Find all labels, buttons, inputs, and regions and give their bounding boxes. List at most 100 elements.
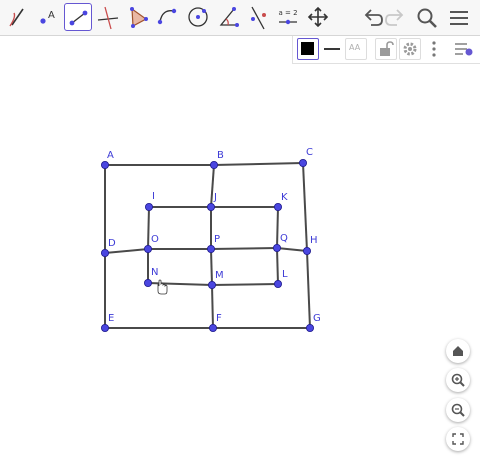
redo-icon [385, 9, 404, 26]
polygon-tool[interactable] [124, 3, 152, 31]
zoom-in-icon [451, 373, 465, 387]
segment-ML[interactable] [211, 283, 279, 286]
point-label-P: P [214, 234, 220, 245]
text-style-button[interactable]: AA [345, 38, 367, 60]
point-tool-icon: A [40, 10, 55, 24]
point-A[interactable] [101, 161, 110, 170]
freehand-tool[interactable] [4, 3, 32, 31]
redo-button[interactable] [384, 4, 410, 32]
zoom-in-button[interactable] [446, 368, 470, 392]
slider-tool[interactable]: a = 2 [274, 3, 302, 31]
point-N[interactable] [143, 278, 152, 287]
circle-tool[interactable] [184, 3, 212, 31]
segment-BC[interactable] [213, 162, 304, 166]
undo-button[interactable] [358, 4, 384, 32]
semicircle-tool[interactable] [154, 3, 182, 31]
point-M[interactable] [207, 280, 216, 289]
reflect-tool-icon [251, 6, 266, 30]
home-icon [453, 346, 463, 356]
point-L[interactable] [273, 279, 282, 288]
more-vertical-icon [432, 41, 436, 57]
point-C[interactable] [298, 159, 307, 168]
segment-tool-icon [69, 10, 88, 26]
slider-tool-icon: a = 2 [278, 9, 298, 25]
segment-KQ[interactable] [276, 206, 279, 249]
move-graphics-view-icon [307, 6, 329, 28]
point-label-E: E [108, 313, 114, 324]
hand-cursor-icon [157, 279, 168, 295]
point-label-M: M [215, 270, 224, 281]
point-D[interactable] [101, 248, 110, 257]
settings-button[interactable] [399, 38, 421, 60]
toggle-style-bar-button[interactable] [453, 38, 475, 60]
point-label-B: B [217, 150, 224, 161]
fullscreen-button[interactable] [446, 427, 470, 451]
polygon-tool-icon [130, 7, 148, 28]
text-style-label: AA [349, 43, 361, 52]
unlock-icon [380, 41, 394, 56]
point-label-Q: Q [280, 233, 288, 244]
point-J[interactable] [206, 202, 215, 211]
style-bar: AA [292, 36, 480, 64]
zoom-out-icon [451, 403, 465, 417]
freehand-tool-icon [9, 8, 24, 27]
point-H[interactable] [302, 246, 311, 255]
main-menu-button[interactable] [446, 4, 472, 32]
lock-button[interactable] [375, 38, 397, 60]
point-F[interactable] [208, 323, 217, 332]
point-label-A: A [107, 150, 114, 161]
point-label-F: F [216, 313, 222, 324]
zoom-out-button[interactable] [446, 398, 470, 422]
point-Q[interactable] [272, 243, 281, 252]
point-tool[interactable]: A [34, 3, 62, 31]
slider-tool-label: a = 2 [278, 9, 297, 17]
point-label-K: K [281, 192, 288, 203]
segment-QH[interactable] [276, 247, 308, 252]
segment-IO[interactable] [147, 206, 150, 250]
point-G[interactable] [305, 323, 314, 332]
home-button[interactable] [446, 339, 470, 363]
point-label-I: I [152, 191, 155, 202]
semicircle-tool-icon [157, 8, 177, 25]
point-P[interactable] [206, 244, 215, 253]
angle-tool-icon [219, 7, 239, 27]
segment-PQ[interactable] [210, 247, 278, 250]
point-label-N: N [151, 267, 158, 278]
point-O[interactable] [143, 244, 152, 253]
style-bar-toggle-icon [455, 43, 473, 56]
reflect-tool[interactable] [244, 3, 272, 31]
perpendicular-line-tool[interactable] [94, 3, 122, 31]
search-icon [417, 8, 437, 28]
line-style-button[interactable] [321, 38, 343, 60]
segment-PM[interactable] [210, 248, 213, 286]
more-options-button[interactable] [423, 38, 445, 60]
color-button[interactable] [297, 38, 319, 60]
move-graphics-view-tool[interactable] [304, 3, 332, 31]
angle-tool[interactable] [214, 3, 242, 31]
point-I[interactable] [144, 202, 153, 211]
point-label-G: G [313, 313, 321, 324]
segment-HG[interactable] [306, 250, 311, 329]
point-label-D: D [108, 238, 116, 249]
segment-MF[interactable] [211, 284, 214, 329]
search-button[interactable] [414, 4, 440, 32]
line-style-icon [324, 48, 340, 50]
perpendicular-line-tool-icon [97, 6, 119, 30]
point-label-O: O [151, 234, 159, 245]
point-label-J: J [213, 192, 217, 203]
segment-DO[interactable] [104, 248, 149, 254]
point-tool-label: A [48, 10, 55, 21]
point-label-H: H [310, 235, 318, 246]
fullscreen-icon [452, 433, 464, 445]
point-K[interactable] [273, 202, 282, 211]
circle-tool-icon [188, 7, 208, 27]
segment-CH[interactable] [302, 162, 308, 252]
graphics-view[interactable]: A B C D H E F G I J K O P Q N M L [0, 64, 480, 462]
point-B[interactable] [209, 161, 218, 170]
toolbar: A a = 2 [0, 0, 480, 36]
menu-icon [450, 11, 468, 25]
segment-tool[interactable] [64, 3, 92, 31]
gear-icon [403, 42, 417, 56]
segment-QL[interactable] [276, 247, 279, 285]
point-E[interactable] [101, 323, 110, 332]
